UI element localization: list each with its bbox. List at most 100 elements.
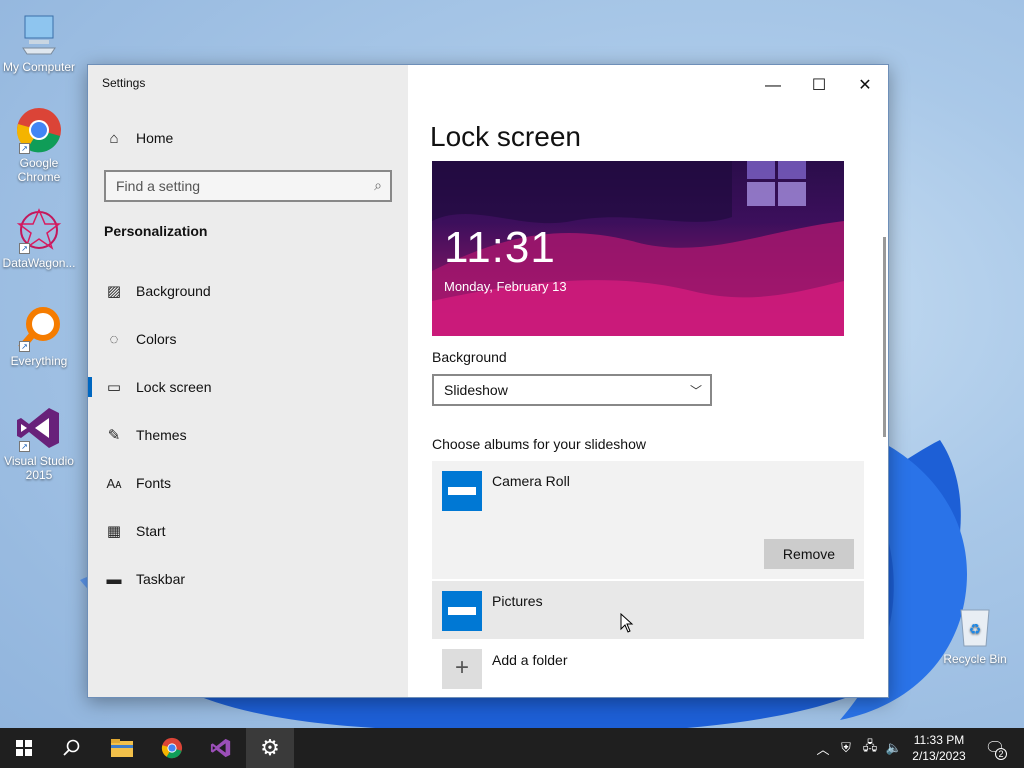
- magnifier-icon: ↗: [15, 304, 63, 352]
- maximize-button[interactable]: ☐: [796, 71, 842, 101]
- lock-screen-preview: 11:31 Monday, February 13: [432, 161, 844, 336]
- add-folder-button[interactable]: +: [442, 649, 482, 689]
- sidebar-item-label: Lock screen: [136, 379, 212, 395]
- desktop-icon-label: My Computer: [2, 60, 76, 74]
- chrome-icon: [161, 737, 183, 759]
- datawagon-icon: ↗: [15, 206, 63, 254]
- sidebar-item-fonts[interactable]: Aᴀ Fonts: [88, 463, 408, 503]
- clock-date: 2/13/2023: [912, 749, 966, 763]
- desktop-icon-label: Everything: [10, 354, 68, 368]
- desktop-icon-my-computer[interactable]: My Computer: [0, 10, 78, 74]
- gear-icon: ⚙: [260, 735, 280, 760]
- notification-center-button[interactable]: 🗨 2: [980, 728, 1010, 768]
- palette-icon: ◌: [109, 330, 119, 348]
- album-item-camera-roll[interactable]: Camera Roll Remove: [432, 461, 864, 579]
- tray-security-button[interactable]: ⛨: [836, 728, 856, 768]
- maximize-icon: ☐: [811, 77, 827, 94]
- home-icon: ⌂: [109, 129, 119, 147]
- folder-icon: [111, 739, 133, 757]
- preview-time: 11:31: [444, 223, 556, 272]
- add-folder-label[interactable]: Add a folder: [492, 652, 568, 668]
- taskbar-settings[interactable]: ⚙: [246, 728, 294, 768]
- sidebar-item-label: Home: [136, 130, 174, 146]
- chevron-up-icon: ︿: [816, 741, 830, 757]
- start-button[interactable]: [0, 728, 48, 768]
- taskbar: ⚙ ︿ ⛨ 🖧 🔈 11:33 PM 2/13/2023 🗨 2: [0, 728, 1024, 768]
- search-icon: ⌕: [374, 177, 382, 193]
- tray-volume-button[interactable]: 🔈: [884, 728, 904, 768]
- window-title: Settings: [102, 76, 146, 90]
- network-icon: 🖧: [862, 738, 878, 753]
- sidebar-item-colors[interactable]: ◌ Colors: [88, 319, 408, 359]
- settings-sidebar: Settings ⌂ Home Find a setting ⌕ Persona…: [88, 65, 408, 697]
- plus-icon: +: [454, 654, 469, 681]
- volume-icon: 🔈: [885, 740, 903, 755]
- shortcut-arrow-icon: ↗: [19, 243, 30, 254]
- desktop-icon-label: Visual Studio 2015: [4, 454, 74, 482]
- font-icon: Aᴀ: [106, 475, 122, 491]
- image-icon: ▨: [106, 283, 122, 300]
- background-select[interactable]: Slideshow ﹀: [432, 374, 712, 406]
- visual-studio-icon: [210, 738, 231, 758]
- clock-time: 11:33 PM: [913, 733, 965, 747]
- computer-icon: [15, 10, 63, 58]
- sidebar-item-label: Themes: [136, 427, 187, 443]
- album-item-pictures[interactable]: Pictures: [432, 581, 864, 639]
- sidebar-item-label: Taskbar: [136, 571, 186, 587]
- background-label: Background: [432, 349, 507, 365]
- settings-content: — ☐ ✕ Lock screen 11:31 Monday, February…: [408, 65, 888, 697]
- album-name: Camera Roll: [492, 473, 570, 489]
- sidebar-item-label: Fonts: [136, 475, 172, 491]
- sidebar-item-start[interactable]: ▦ Start: [88, 511, 408, 551]
- scrollbar-thumb[interactable]: [883, 237, 886, 437]
- folder-icon: [442, 591, 482, 631]
- sidebar-item-taskbar[interactable]: ▬ Taskbar: [88, 559, 408, 599]
- sidebar-item-label: Start: [136, 523, 166, 539]
- desktop-icon-everything[interactable]: ↗ Everything: [0, 304, 78, 368]
- taskbar-clock[interactable]: 11:33 PM 2/13/2023: [906, 732, 972, 764]
- sidebar-item-background[interactable]: ▨ Background: [88, 271, 408, 311]
- taskbar-chrome[interactable]: [148, 728, 196, 768]
- background-select-value: Slideshow: [444, 382, 508, 398]
- taskbar-search-button[interactable]: [48, 728, 96, 768]
- section-title: Personalization: [104, 223, 208, 239]
- sidebar-item-home[interactable]: ⌂ Home: [88, 118, 408, 158]
- svg-text:♻: ♻: [969, 622, 982, 638]
- desktop-icon-datawagon[interactable]: ↗ DataWagon...: [0, 206, 78, 270]
- sidebar-item-themes[interactable]: ✎ Themes: [88, 415, 408, 455]
- shortcut-arrow-icon: ↗: [19, 143, 30, 154]
- shortcut-arrow-icon: ↗: [19, 441, 30, 452]
- tray-network-button[interactable]: 🖧: [860, 728, 880, 768]
- desktop-icon-label: Google Chrome: [17, 156, 61, 184]
- desktop-icon-google-chrome[interactable]: ↗ Google Chrome: [0, 106, 78, 184]
- search-placeholder: Find a setting: [116, 178, 201, 194]
- taskbar-visual-studio[interactable]: [197, 728, 245, 768]
- windows-logo-icon: [747, 161, 806, 206]
- close-button[interactable]: ✕: [842, 71, 888, 101]
- minimize-icon: —: [765, 77, 781, 94]
- albums-label: Choose albums for your slideshow: [432, 436, 646, 452]
- taskbar-icon: ▬: [106, 570, 122, 588]
- windows-start-icon: [16, 740, 32, 756]
- desktop-icon-visual-studio[interactable]: ↗ Visual Studio 2015: [0, 404, 78, 482]
- notification-count: 2: [995, 748, 1007, 760]
- mouse-cursor-icon: [620, 613, 634, 633]
- desktop-icon-label: DataWagon...: [2, 256, 76, 270]
- security-icon: ⛨: [841, 740, 851, 755]
- album-name: Pictures: [492, 593, 543, 609]
- desktop-icon-recycle-bin[interactable]: ♻ Recycle Bin: [936, 602, 1014, 666]
- search-input[interactable]: Find a setting ⌕: [104, 170, 392, 202]
- chrome-icon: ↗: [15, 106, 63, 154]
- folder-icon: [442, 471, 482, 511]
- desktop-icon-label: Recycle Bin: [943, 652, 1007, 666]
- preview-date: Monday, February 13: [444, 279, 567, 294]
- sidebar-item-lock-screen[interactable]: ▭ Lock screen: [88, 367, 408, 407]
- remove-button[interactable]: Remove: [764, 539, 854, 569]
- sidebar-item-label: Colors: [136, 331, 177, 347]
- tray-overflow-button[interactable]: ︿: [814, 728, 832, 768]
- taskbar-file-explorer[interactable]: [98, 728, 146, 768]
- recycle-bin-icon: ♻: [951, 602, 999, 650]
- shortcut-arrow-icon: ↗: [19, 341, 30, 352]
- minimize-button[interactable]: —: [750, 71, 796, 101]
- chevron-down-icon: ﹀: [689, 384, 702, 398]
